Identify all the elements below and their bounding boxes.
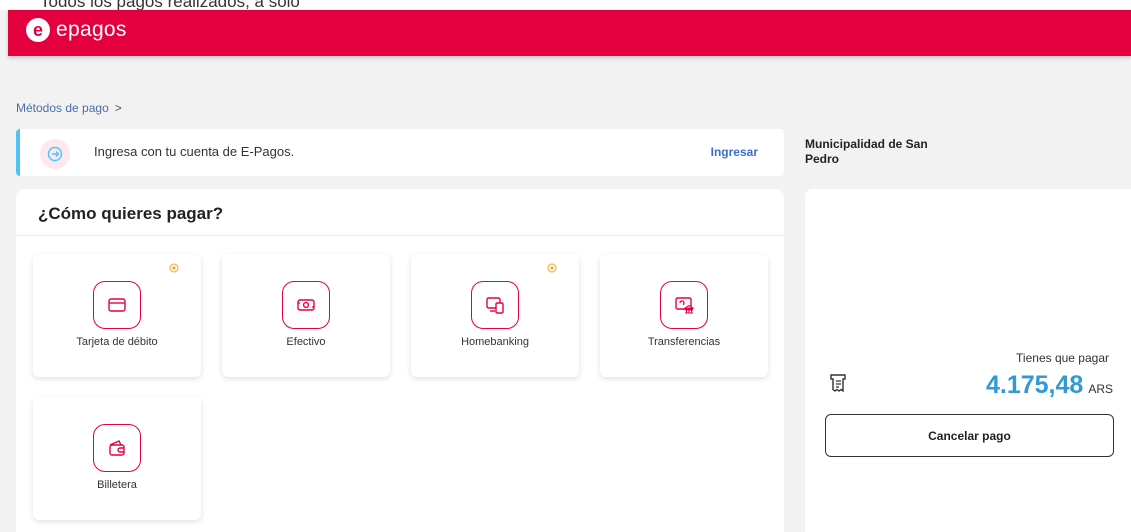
method-card-transfers[interactable]: Transferencias xyxy=(600,254,768,377)
method-label: Homebanking xyxy=(461,336,529,348)
app-header: e epagos xyxy=(8,10,1131,56)
amount-due-value: 4.175,48 xyxy=(985,371,1084,399)
payment-summary-panel: Tienes que pagar 4.175,48 ARS Cancelar p… xyxy=(805,189,1131,532)
badge-icon xyxy=(169,263,179,273)
amount-due: 4.175,48 ARS xyxy=(986,371,1113,400)
breadcrumb-item-payment-methods[interactable]: Métodos de pago xyxy=(16,101,109,115)
method-card-cash[interactable]: Efectivo xyxy=(222,254,390,377)
amount-due-label: Tienes que pagar xyxy=(1016,351,1109,365)
method-label: Billetera xyxy=(97,479,137,491)
breadcrumb-separator: > xyxy=(114,101,122,115)
method-label: Tarjeta de débito xyxy=(76,336,158,348)
login-link[interactable]: Ingresar xyxy=(711,145,758,159)
top-banner-text: Todos los pagos realizados, a solo xyxy=(0,0,1131,10)
bank-transfer-icon xyxy=(660,281,708,329)
epagos-logo[interactable]: e epagos xyxy=(26,18,127,42)
login-banner: Ingresa con tu cuenta de E-Pagos. Ingres… xyxy=(16,129,784,176)
wallet-icon xyxy=(93,424,141,472)
method-card-debit-card[interactable]: Tarjeta de débito xyxy=(33,254,201,377)
method-label: Transferencias xyxy=(647,336,721,348)
panel-divider xyxy=(16,235,784,236)
top-banner-label: Todos los pagos realizados, a solo xyxy=(40,0,300,10)
breadcrumb: Métodos de pago > xyxy=(16,101,122,115)
badge-icon xyxy=(547,263,557,273)
login-message: Ingresa con tu cuenta de E-Pagos. xyxy=(94,144,295,159)
method-card-homebanking[interactable]: Homebanking xyxy=(411,254,579,377)
cancel-payment-button[interactable]: Cancelar pago xyxy=(825,414,1114,457)
login-icon xyxy=(40,139,70,169)
logo-text: epagos xyxy=(56,18,127,41)
cash-icon xyxy=(282,281,330,329)
logo-icon: e xyxy=(26,18,50,42)
receipt-icon xyxy=(830,374,846,393)
card-icon xyxy=(93,281,141,329)
amount-due-currency: ARS xyxy=(1088,382,1113,396)
devices-icon xyxy=(471,281,519,329)
merchant-name: Municipalidad de San Pedro xyxy=(805,137,928,166)
method-label: Efectivo xyxy=(286,336,326,348)
payment-methods-panel: ¿Cómo quieres pagar? Tarjeta de débito E… xyxy=(16,189,784,532)
method-card-wallet[interactable]: Billetera xyxy=(33,397,201,520)
payment-methods-title: ¿Cómo quieres pagar? xyxy=(38,204,224,223)
